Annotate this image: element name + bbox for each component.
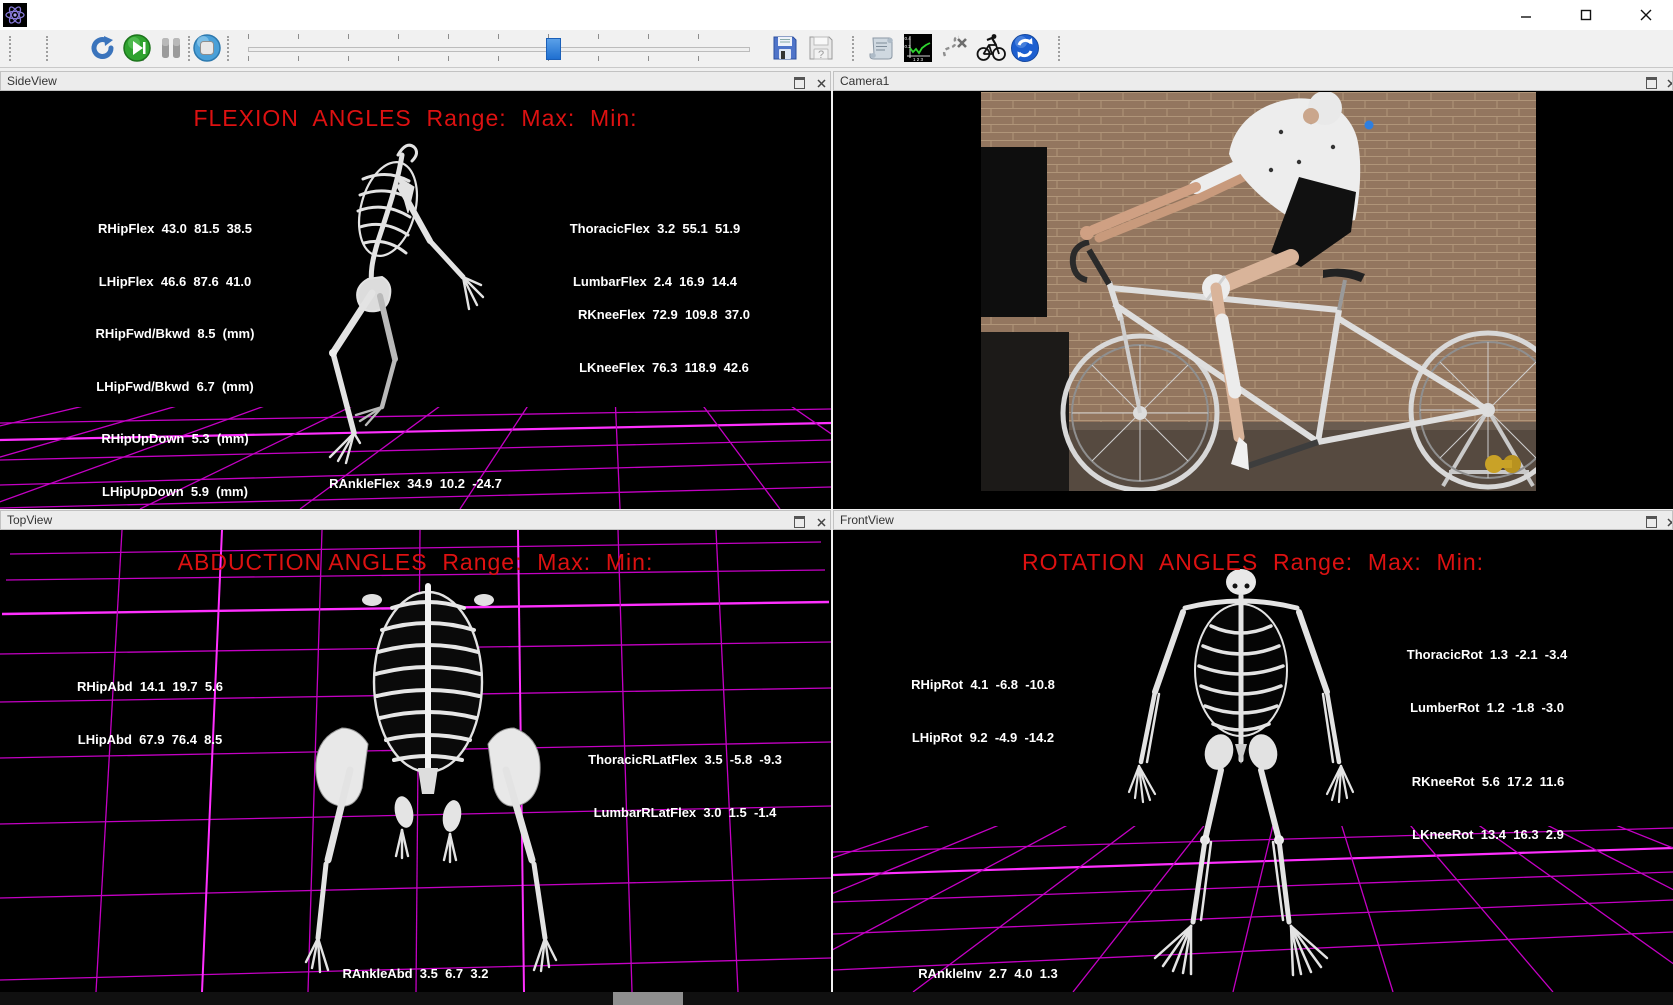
toolbar-grip[interactable]: [9, 36, 14, 61]
close-panel-icon[interactable]: [816, 76, 827, 87]
measurement-line: RKneeFlex 72.9 109.8 37.0: [549, 306, 779, 324]
toolbar-grip[interactable]: [1058, 36, 1063, 61]
close-panel-icon[interactable]: [1666, 76, 1673, 87]
close-panel-icon[interactable]: [1666, 515, 1673, 526]
float-panel-icon[interactable]: [794, 77, 805, 89]
close-icon[interactable]: [1623, 0, 1669, 30]
measurement-line: LHipFlex 46.6 87.6 41.0: [50, 273, 300, 291]
slider-handle[interactable]: [546, 38, 561, 60]
measurement-line: ThoracicRLatFlex 3.5 -5.8 -9.3: [560, 751, 810, 769]
svg-text:0.4: 0.4: [905, 36, 912, 41]
slider-ticks-bottom: [248, 56, 748, 61]
abduction-heading: ABDUCTION ANGLES Range: Max: Min:: [0, 549, 831, 576]
stop-icon[interactable]: [192, 33, 222, 63]
chart-icon[interactable]: 0.4 0.2 1 2 3: [903, 33, 933, 63]
measurement-line: LHipFwd/Bkwd 6.7 (mm): [50, 378, 300, 396]
trunk-latflex-measurements: ThoracicRLatFlex 3.5 -5.8 -9.3 LumbarRLa…: [560, 716, 810, 856]
panel-header-topview[interactable]: TopView: [0, 510, 831, 530]
report-icon[interactable]: [866, 33, 896, 63]
topview-3d-viewport[interactable]: ABDUCTION ANGLES Range: Max: Min: RHipAb…: [0, 530, 831, 992]
bottom-taskbar-strip: [0, 992, 1673, 1005]
clear-path-icon[interactable]: [940, 33, 970, 63]
cyclist-icon[interactable]: [976, 33, 1006, 63]
panel-header-camera1[interactable]: Camera1: [833, 71, 1673, 91]
hip-abd-measurements: RHipAbd 14.1 19.7 5.6 LHipAbd 67.9 76.4 …: [45, 643, 255, 783]
measurement-line: RAnkleFlex 34.9 10.2 -24.7: [0, 475, 831, 493]
flexion-heading: FLEXION ANGLES Range: Max: Min:: [0, 105, 831, 132]
panel-title: Camera1: [840, 74, 889, 88]
toolbar-grip[interactable]: [852, 36, 857, 61]
measurement-line: LHipAbd 67.9 76.4 8.5: [45, 731, 255, 749]
knee-flex-measurements: RKneeFlex 72.9 109.8 37.0 LKneeFlex 76.3…: [549, 271, 779, 411]
measurement-line: LHipRot 9.2 -4.9 -14.2: [893, 729, 1073, 747]
dark-equipment: [981, 147, 1047, 317]
measurement-line: LKneeFlex 76.3 118.9 42.6: [549, 359, 779, 377]
measurement-line: LumberRot 1.2 -1.8 -3.0: [1397, 699, 1577, 717]
sync-icon[interactable]: [1010, 33, 1040, 63]
sideview-3d-viewport[interactable]: FLEXION ANGLES Range: Max: Min: RHipFlex…: [0, 91, 831, 509]
pause-icon[interactable]: [156, 33, 186, 63]
measurement-line: RHipAbd 14.1 19.7 5.6: [45, 678, 255, 696]
taskbar-item[interactable]: [613, 992, 683, 1005]
atom-icon: [3, 3, 27, 27]
measurement-line: LumbarRLatFlex 3.0 1.5 -1.4: [560, 804, 810, 822]
ankle-inv-measurements: RAnkleInv 2.7 4.0 1.3 LAnkleInv 6.2 3.6 …: [898, 930, 1078, 992]
title-bar[interactable]: [0, 0, 1673, 30]
measurement-line: RHipFwd/Bkwd 8.5 (mm): [50, 325, 300, 343]
toolbar-grip[interactable]: [46, 36, 51, 61]
panel-title: SideView: [7, 74, 57, 88]
camera-led: [1365, 121, 1374, 130]
panel-title: FrontView: [840, 513, 894, 527]
measurement-line: ThoracicFlex 3.2 55.1 51.9: [550, 220, 760, 238]
timeline-slider[interactable]: [248, 47, 750, 52]
play-icon[interactable]: [122, 33, 152, 63]
knee-rot-measurements: RKneeRot 5.6 17.2 11.6 LKneeRot 13.4 16.…: [1398, 738, 1578, 878]
application-window: ? 0.4 0.2 1 2 3: [0, 0, 1673, 1005]
toolbar: ? 0.4 0.2 1 2 3: [0, 30, 1673, 68]
ankle-flex-measurements: RAnkleFlex 34.9 10.2 -24.7 LAnkleFlex 32…: [0, 440, 831, 509]
replay-icon[interactable]: [88, 33, 118, 63]
float-panel-icon[interactable]: [794, 516, 805, 528]
maximize-icon[interactable]: [1563, 0, 1609, 30]
measurement-line: LKneeRot 13.4 16.3 2.9: [1398, 826, 1578, 844]
hip-rot-measurements: RHipRot 4.1 -6.8 -10.8 LHipRot 9.2 -4.9 …: [893, 641, 1073, 781]
save-icon[interactable]: [770, 33, 800, 63]
slider-ticks-top: [248, 34, 748, 39]
svg-text:?: ?: [818, 49, 824, 61]
frontview-3d-viewport[interactable]: ROTATION ANGLES Range: Max: Min: RHipRot…: [833, 530, 1673, 992]
panel-header-frontview[interactable]: FrontView: [833, 510, 1673, 530]
measurement-line: RKneeRot 5.6 17.2 11.6: [1398, 773, 1578, 791]
rotation-heading: ROTATION ANGLES Range: Max: Min:: [833, 549, 1673, 576]
panel-title: TopView: [7, 513, 52, 527]
rider-face: [1303, 108, 1319, 124]
measurement-line: RHipRot 4.1 -6.8 -10.8: [893, 676, 1073, 694]
svg-text:1 2 3: 1 2 3: [913, 57, 924, 62]
float-panel-icon[interactable]: [1646, 516, 1657, 528]
measurement-line: RAnkleInv 2.7 4.0 1.3: [898, 965, 1078, 983]
toolbar-grip[interactable]: [227, 36, 232, 61]
trunk-rot-measurements: ThoracicRot 1.3 -2.1 -3.4 LumberRot 1.2 …: [1397, 611, 1577, 751]
panel-header-sideview[interactable]: SideView: [0, 71, 831, 91]
camera1-video-viewport[interactable]: [833, 91, 1673, 509]
measurement-line: RHipFlex 43.0 81.5 38.5: [50, 220, 300, 238]
camera-video-frame: [981, 92, 1536, 491]
measurement-line: RAnkleAbd 3.5 6.7 3.2: [0, 965, 831, 983]
save-as-icon[interactable]: ?: [806, 33, 836, 63]
svg-text:0.2: 0.2: [905, 44, 912, 49]
float-panel-icon[interactable]: [1646, 77, 1657, 89]
minimize-icon[interactable]: [1503, 0, 1549, 30]
close-panel-icon[interactable]: [816, 515, 827, 526]
ankle-abd-measurements: RAnkleAbd 3.5 6.7 3.2 LAnkleAbd 6.0 7.1 …: [0, 930, 831, 992]
measurement-line: ThoracicRot 1.3 -2.1 -3.4: [1397, 646, 1577, 664]
